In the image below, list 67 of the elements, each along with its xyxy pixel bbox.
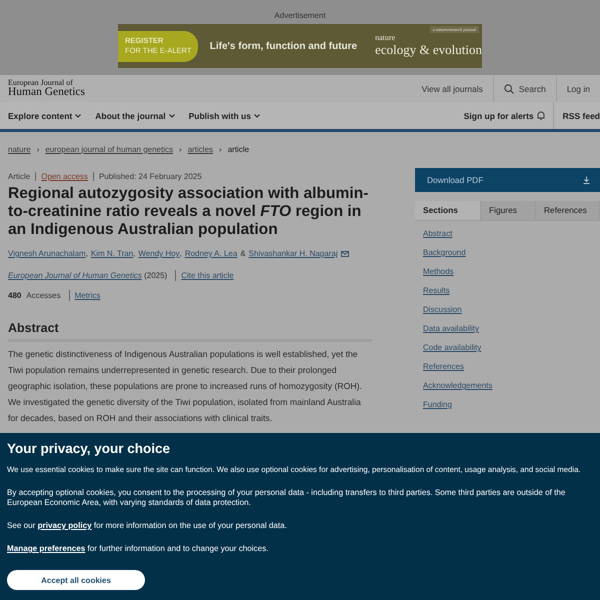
separator-text: , [86, 249, 88, 258]
alerts-link[interactable]: Sign up for alerts [464, 110, 545, 120]
journal-logo[interactable]: European Journal of Human Genetics [8, 78, 85, 98]
author-link[interactable]: Rodney A. Lea [184, 249, 238, 258]
article-type: Article [8, 172, 32, 180]
breadcrumb-link[interactable]: articles [188, 144, 214, 154]
privacy-policy-link[interactable]: privacy policy [38, 521, 92, 530]
nav-menu-item[interactable]: About the journal [95, 110, 175, 120]
rss-link[interactable]: RSS feed [552, 102, 600, 129]
section-link[interactable]: Methods [423, 267, 454, 276]
separator-text: , [180, 249, 182, 258]
section-heading: Abstract [8, 321, 372, 342]
brand-text: nature [375, 34, 396, 42]
section-link[interactable]: Funding [423, 400, 452, 409]
search-icon [504, 84, 514, 94]
section-link[interactable]: References [423, 362, 464, 371]
banner-title: Your privacy, your choice [7, 441, 172, 456]
cite-link[interactable]: Cite this article [181, 271, 234, 280]
breadcrumb-separator: › [36, 144, 40, 154]
breadcrumb-current: article [228, 144, 250, 154]
chevron-down-icon [75, 114, 82, 118]
access-count: 480 [8, 291, 22, 300]
author-link[interactable]: Wendy Hoy [138, 249, 180, 258]
section-link[interactable]: Background [423, 248, 466, 257]
section-link[interactable]: Code availability [423, 343, 482, 352]
manage-preferences-link[interactable]: Manage preferences [7, 544, 86, 553]
published-date: Published: 24 February 2025 [92, 172, 207, 180]
banner-paragraph: See our privacy policy for more information on the use of your personal data. [7, 521, 288, 531]
breadcrumb-separator: › [219, 144, 222, 154]
author-link[interactable]: Shivashankar H. Nagaraj [248, 249, 338, 258]
bell-icon [536, 111, 545, 120]
chevron-down-icon [168, 114, 175, 118]
section-link[interactable]: Data availability [423, 324, 480, 333]
author-link[interactable]: Kim N. Tran [90, 249, 134, 258]
article-title: Regional autozygosity association with albumin-to-creatinine ratio reveals a novel FTO region in an Indigenous Australian population [8, 185, 370, 239]
separator-text: , [133, 249, 136, 258]
section-link[interactable]: Acknowledgements [423, 381, 492, 390]
section-link[interactable]: Results [423, 286, 450, 295]
section-link[interactable]: Abstract [423, 229, 452, 238]
breadcrumb-separator: › [179, 144, 182, 154]
accept-cookies-button[interactable]: Accept all cookies [7, 570, 145, 590]
sidebar-tab[interactable]: Sections [415, 201, 481, 220]
section-link[interactable]: Discussion [423, 305, 462, 314]
nav-menu-item[interactable]: Publish with us [188, 110, 260, 120]
year-text: (2025) [143, 271, 168, 280]
metrics-link[interactable]: Metrics [74, 291, 100, 300]
access-label: Accesses [26, 291, 61, 300]
breadcrumb-link[interactable]: european journal of human genetics [45, 144, 174, 154]
download-pdf-button[interactable]: Download PDF [415, 168, 600, 192]
abstract-paragraph: The genetic distinctiveness of Indigenous Australian populations is well established, yet the Tiwi population remains underrepresented in genetic research. Due to their prolonged geographic isolation, these populations are prone to increased runs of homozygosity (ROH). We investigated the genetic diversity of the Tiwi population, isolated from mainland Australia for decades, based on ROH and their associations with clinical traits. [8, 348, 363, 425]
breadcrumb-link[interactable]: nature [8, 144, 31, 154]
sidebar-tab[interactable]: References [536, 201, 600, 220]
banner-paragraph: Manage preferences for further information and to change your choices. [7, 544, 270, 554]
advert-label: Advertisement [274, 11, 326, 20]
header-link[interactable]: View all journals [412, 75, 493, 102]
sidebar-tab[interactable]: Figures [481, 201, 536, 220]
advert-tagline: Life's form, function and future [210, 40, 358, 52]
open-access-link[interactable]: Open access [35, 172, 93, 180]
chevron-down-icon [254, 114, 260, 118]
download-icon [583, 176, 590, 184]
separator-text: & [240, 249, 246, 258]
author-link[interactable]: Vignesh Arunachalam [8, 249, 86, 258]
brand-text: ecology & evolution [375, 42, 482, 58]
nav-menu-item[interactable]: Explore content [8, 110, 82, 120]
banner-paragraph: By accepting optional cookies, you consent to the processing of your personal data - including transfers to third parties. Some third parties are outside of the European Economic Area, with varying standards of data protection. [7, 488, 566, 508]
mail-icon[interactable] [340, 250, 349, 256]
journal-link[interactable]: European Journal of Human Genetics [8, 271, 142, 280]
